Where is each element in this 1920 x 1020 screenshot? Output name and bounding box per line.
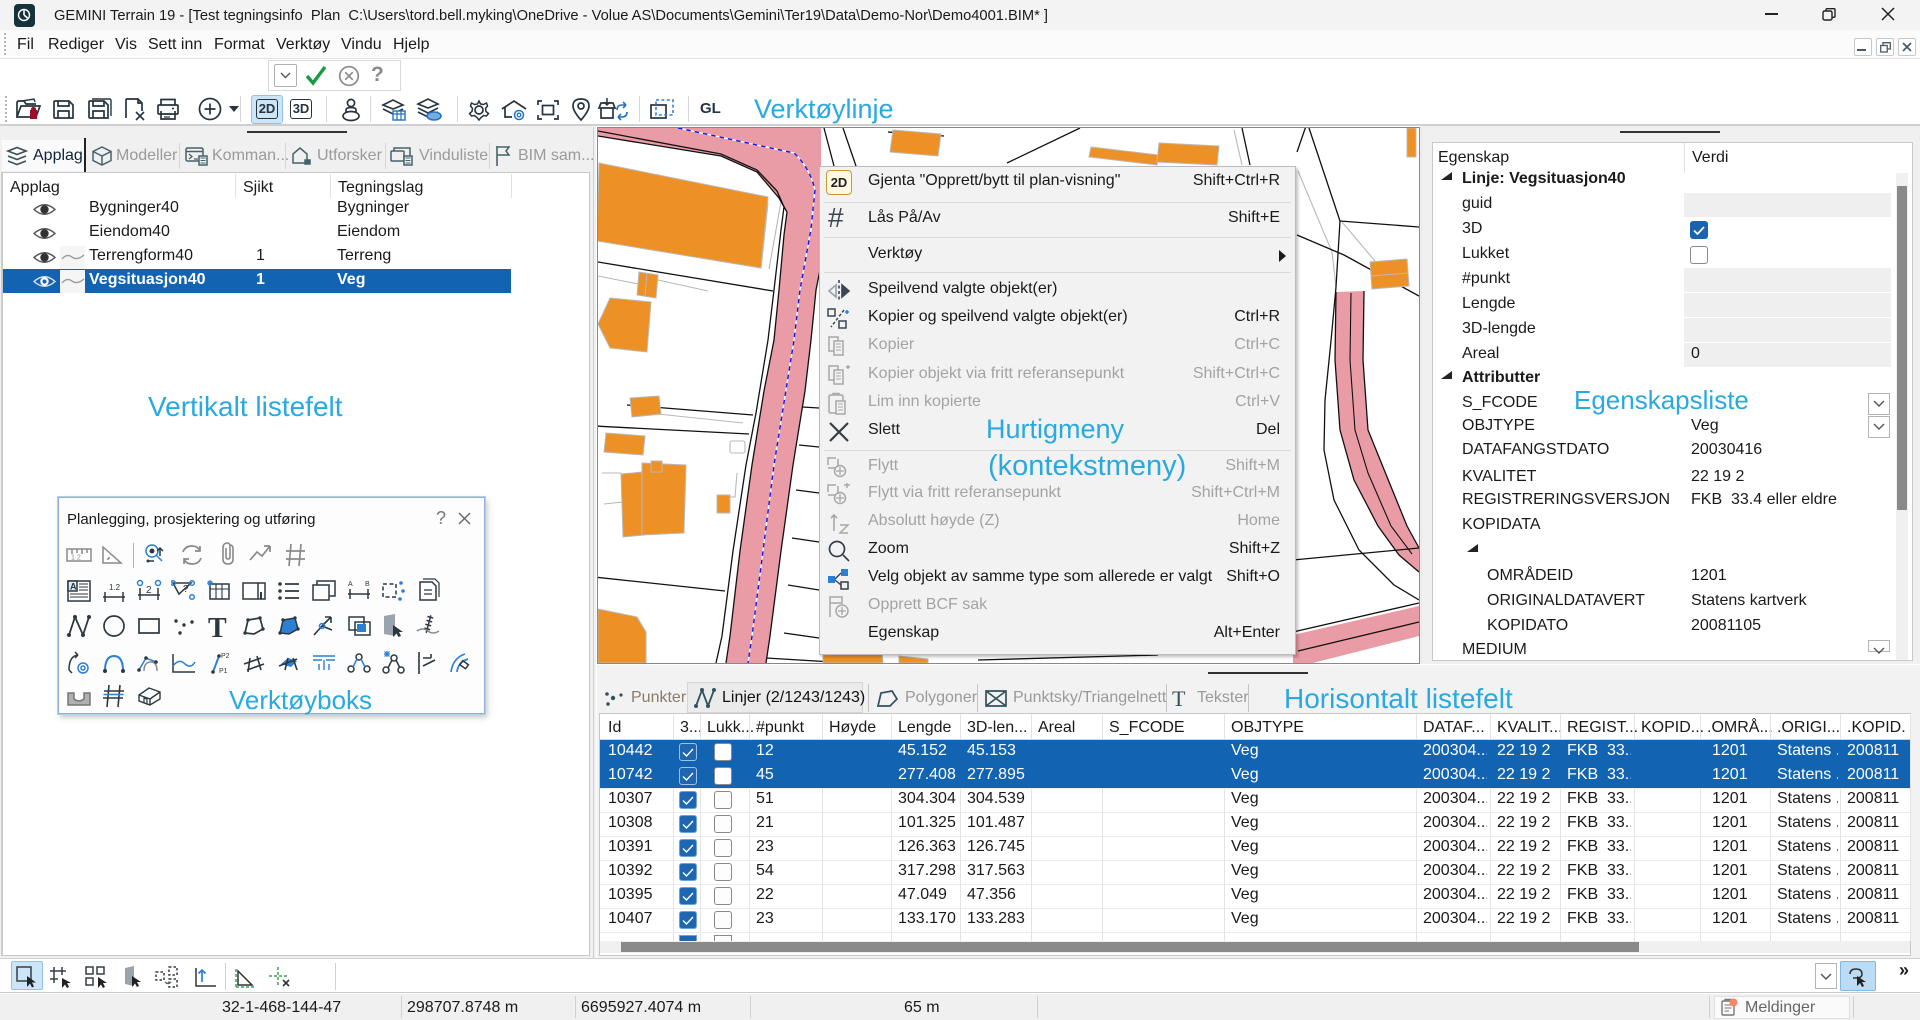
svg-text:P1: P1 [219, 668, 228, 675]
svg-text:1 2: 1 2 [71, 555, 81, 562]
svg-text:A: A [70, 582, 77, 592]
svg-text:P2: P2 [221, 653, 230, 660]
svg-text:B: B [365, 581, 370, 588]
svg-text:A: A [348, 581, 353, 588]
svg-text:2: 2 [146, 585, 152, 596]
svg-text:1.2: 1.2 [109, 583, 121, 592]
svg-text:?: ? [183, 584, 189, 595]
